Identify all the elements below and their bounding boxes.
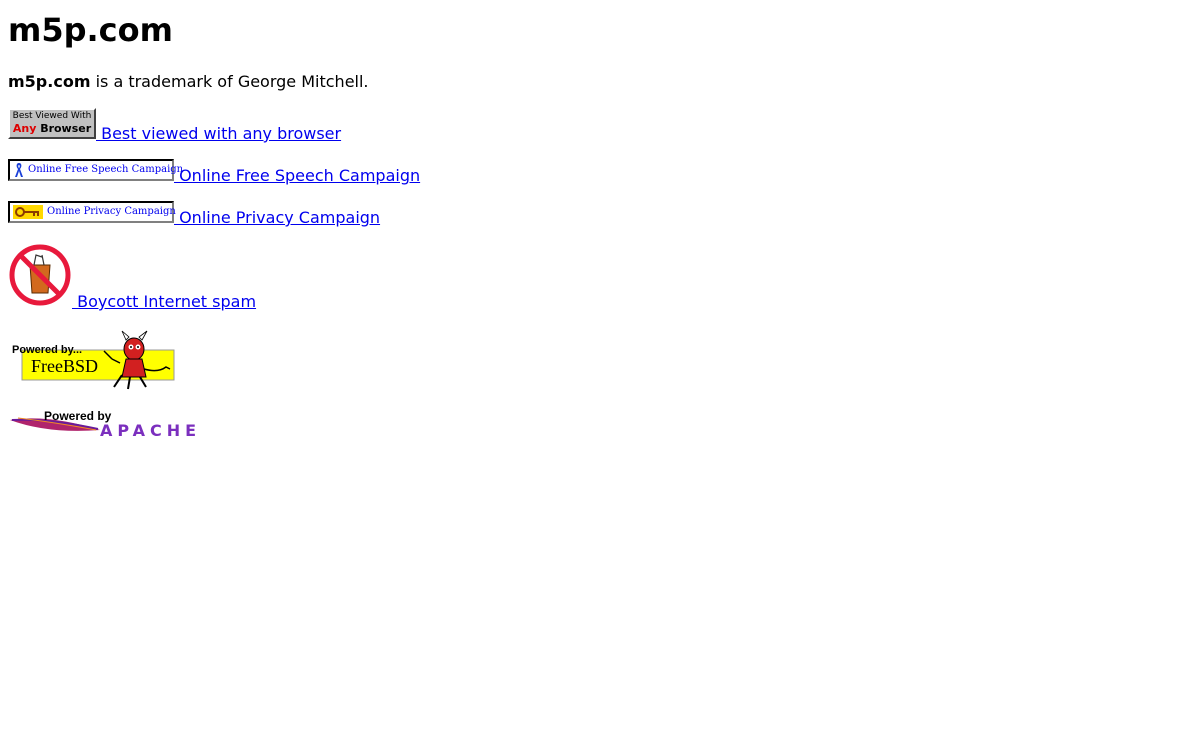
ribbon-icon <box>15 163 23 177</box>
freebsd-powered-text: Powered by... <box>12 344 82 356</box>
privacy-link-label[interactable]: Online Privacy Campaign <box>174 208 380 227</box>
spam-row: Boycott Internet spam <box>8 243 256 312</box>
trademark-text: is a trademark of George Mitchell. <box>90 72 369 91</box>
any-browser-link[interactable]: Best Viewed With Any Browser Best viewed… <box>8 108 341 143</box>
any-browser-badge-line2: Any Browser <box>10 122 94 135</box>
freebsd-badge: Powered by... FreeBSD <box>12 330 175 390</box>
page: m5p.com m5p.com is a trademark of George… <box>8 0 1192 740</box>
free-speech-link[interactable]: Online Free Speech Campaign Online Free … <box>8 159 420 185</box>
privacy-badge[interactable]: Online Privacy Campaign <box>8 201 176 223</box>
trademark-notice: m5p.com is a trademark of George Mitchel… <box>8 71 369 93</box>
freebsd-logo[interactable]: Powered by... FreeBSD <box>8 329 176 391</box>
apache-logo[interactable]: Powered by APACHE <box>8 408 260 440</box>
key-icon <box>13 205 43 219</box>
freebsd-name-text: FreeBSD <box>31 356 98 376</box>
any-browser-badge[interactable]: Best Viewed With Any Browser <box>8 108 96 139</box>
free-speech-badge[interactable]: Online Free Speech Campaign <box>8 159 183 181</box>
any-browser-badge-line1: Best Viewed With <box>12 111 92 121</box>
no-spam-icon[interactable] <box>8 243 72 307</box>
privacy-row: Online Privacy Campaign Online Privacy C… <box>8 201 380 228</box>
privacy-link[interactable]: Online Privacy Campaign Online Privacy C… <box>8 201 380 227</box>
browser-row: Best Viewed With Any Browser Best viewed… <box>8 108 341 144</box>
free-speech-badge-text: Online Free Speech Campaign <box>28 164 184 175</box>
page-title: m5p.com <box>8 11 173 49</box>
any-browser-link-label[interactable]: Best viewed with any browser <box>96 124 341 143</box>
boycott-spam-link-label[interactable]: Boycott Internet spam <box>72 292 256 311</box>
boycott-spam-link[interactable]: Boycott Internet spam <box>8 244 256 311</box>
apache-badge: Powered by APACHE <box>10 409 201 440</box>
any-browser-badge-browser: Browser <box>36 122 92 135</box>
speech-row: Online Free Speech Campaign Online Free … <box>8 159 420 186</box>
trademark-brand: m5p.com <box>8 72 91 91</box>
apache-name-text: APACHE <box>100 421 201 440</box>
any-browser-badge-any: Any <box>12 122 37 135</box>
privacy-badge-text: Online Privacy Campaign <box>47 206 176 217</box>
free-speech-link-label[interactable]: Online Free Speech Campaign <box>174 166 420 185</box>
